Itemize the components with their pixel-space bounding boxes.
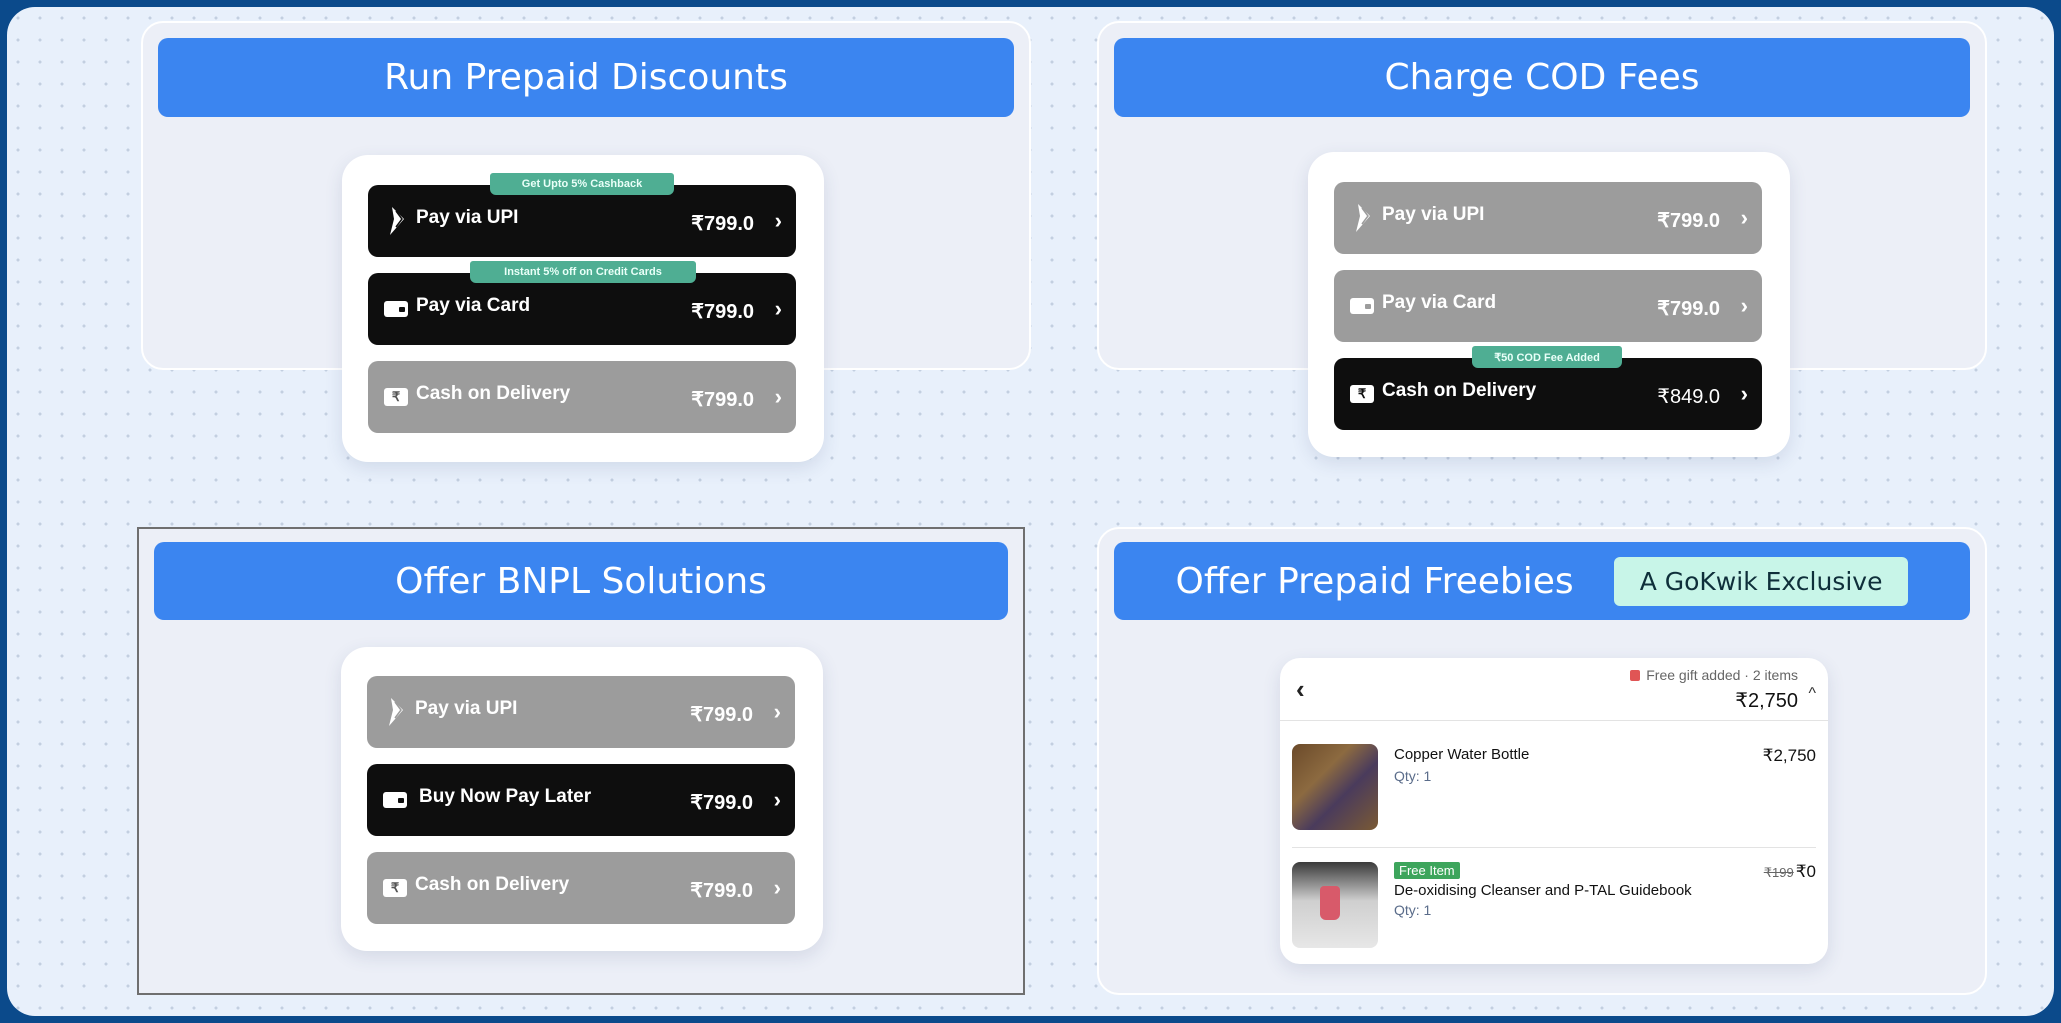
pay-option-price: ₹799.0 (690, 792, 753, 814)
pay-option-card[interactable]: Pay via Card ₹799.0 › (1334, 270, 1762, 342)
pay-option-price: ₹799.0 (1657, 210, 1720, 232)
pay-option-price: ₹799.0 (691, 389, 754, 411)
chevron-right-icon: › (774, 384, 782, 409)
panel-title: Offer Prepaid Freebies (1175, 560, 1574, 602)
panel-cod-fees: Charge COD Fees Pay via UPI ₹799.0 › Pay… (1097, 21, 1987, 457)
rupee-cash-icon: ₹ (1350, 385, 1374, 403)
pay-option-label: Pay via UPI (415, 698, 518, 719)
chevron-right-icon: › (773, 875, 781, 900)
chevron-right-icon: › (1740, 205, 1748, 230)
product-image (1292, 862, 1378, 948)
rupee-cash-icon: ₹ (383, 879, 407, 897)
gift-icon (1630, 670, 1641, 681)
pay-option-bnpl[interactable]: Buy Now Pay Later ₹799.0 › (367, 764, 795, 836)
pay-option-price: ₹799.0 (691, 301, 754, 323)
wallet-icon (383, 792, 407, 808)
item-name: Copper Water Bottle (1394, 746, 1530, 763)
upi-icon (389, 698, 403, 726)
wallet-icon (384, 301, 408, 317)
pay-option-label: Cash on Delivery (416, 383, 571, 404)
exclusive-badge: A GoKwik Exclusive (1613, 556, 1909, 606)
panel-prepaid-freebies: Offer Prepaid Freebies A GoKwik Exclusiv… (1097, 527, 1987, 995)
pay-option-price: ₹849.0 (1657, 386, 1720, 408)
payment-options-card: Get Upto 5% Cashback Pay via UPI ₹799.0 … (342, 155, 824, 462)
item-price: ₹0 (1795, 862, 1816, 881)
panel-bnpl: Offer BNPL Solutions Pay via UPI ₹799.0 … (137, 527, 1025, 995)
cart-total: ₹2,750 (1735, 690, 1798, 712)
cod-fee-tag: ₹50 COD Fee Added (1472, 346, 1622, 368)
pay-option-label: Pay via Card (1382, 292, 1497, 313)
pay-option-label: Pay via UPI (1382, 204, 1485, 225)
chevron-right-icon: › (774, 208, 782, 233)
free-item-badge: Free Item (1394, 862, 1460, 879)
canvas-frame: Run Prepaid Discounts Get Upto 5% Cashba… (7, 7, 2054, 1016)
panel-title: Run Prepaid Discounts (384, 57, 788, 98)
pay-option-price: ₹799.0 (690, 704, 753, 726)
pay-option-upi[interactable]: Pay via UPI ₹799.0 › (367, 676, 795, 748)
free-gift-text: Free gift added · 2 items (1646, 667, 1798, 683)
pay-option-label: Cash on Delivery (415, 874, 570, 895)
payment-options-card: Pay via UPI ₹799.0 › Pay via Card ₹799.0… (1308, 152, 1790, 457)
pay-option-label: Cash on Delivery (1382, 380, 1537, 401)
chevron-right-icon: › (1740, 381, 1748, 406)
chevron-right-icon: › (774, 296, 782, 321)
pay-option-label: Pay via UPI (416, 207, 519, 228)
chevron-up-icon[interactable]: ^ (1808, 685, 1816, 703)
free-gift-status: Free gift added · 2 items (1630, 667, 1798, 683)
upi-icon (390, 207, 404, 235)
item-qty: Qty: 1 (1394, 902, 1432, 918)
pay-option-cod[interactable]: ₹ Cash on Delivery ₹799.0 › (368, 361, 796, 433)
pay-option-cod[interactable]: ₹ Cash on Delivery ₹799.0 › (367, 852, 795, 924)
divider (1280, 720, 1828, 721)
panel-title: Offer BNPL Solutions (395, 560, 767, 602)
pay-option-label: Pay via Card (416, 295, 531, 316)
panel-header: Offer BNPL Solutions (154, 542, 1008, 620)
divider (1292, 847, 1816, 848)
item-qty: Qty: 1 (1394, 768, 1432, 784)
pay-option-upi[interactable]: Get Upto 5% Cashback Pay via UPI ₹799.0 … (368, 173, 796, 257)
panel-title: Charge COD Fees (1384, 57, 1700, 98)
pay-option-price: ₹799.0 (1657, 298, 1720, 320)
cashback-tag: Get Upto 5% Cashback (490, 173, 674, 195)
cart-item: Copper Water Bottle Qty: 1 ₹2,750 (1292, 744, 1816, 832)
chevron-right-icon: › (773, 787, 781, 812)
payment-options-card: Pay via UPI ₹799.0 › Buy Now Pay Later ₹… (341, 647, 823, 951)
chevron-right-icon: › (1740, 293, 1748, 318)
panel-header: Offer Prepaid Freebies A GoKwik Exclusiv… (1114, 542, 1970, 620)
item-price-group: ₹199 ₹0 (1764, 862, 1816, 882)
item-name: De-oxidising Cleanser and P-TAL Guideboo… (1394, 882, 1692, 899)
upi-icon (1356, 204, 1370, 232)
panel-header: Charge COD Fees (1114, 38, 1970, 117)
chevron-right-icon: › (773, 699, 781, 724)
pay-option-card[interactable]: Instant 5% off on Credit Cards Pay via C… (368, 261, 796, 345)
pay-option-price: ₹799.0 (691, 213, 754, 235)
cart-summary: ‹ Free gift added · 2 items ₹2,750 ^ Cop… (1280, 658, 1828, 964)
item-old-price: ₹199 (1763, 865, 1794, 880)
back-chevron-icon[interactable]: ‹ (1296, 674, 1305, 705)
item-price: ₹2,750 (1762, 746, 1816, 765)
credit-card-offer-tag: Instant 5% off on Credit Cards (470, 261, 696, 283)
pay-option-upi[interactable]: Pay via UPI ₹799.0 › (1334, 182, 1762, 254)
wallet-icon (1350, 298, 1374, 314)
product-image (1292, 744, 1378, 830)
panel-header: Run Prepaid Discounts (158, 38, 1014, 117)
cart-item: Free Item De-oxidising Cleanser and P-TA… (1292, 862, 1816, 950)
panel-prepaid-discounts: Run Prepaid Discounts Get Upto 5% Cashba… (141, 21, 1031, 462)
pay-option-label: Buy Now Pay Later (419, 786, 592, 807)
rupee-cash-icon: ₹ (384, 388, 408, 406)
pay-option-cod[interactable]: ₹50 COD Fee Added ₹ Cash on Delivery ₹84… (1334, 346, 1762, 430)
pay-option-price: ₹799.0 (690, 880, 753, 902)
